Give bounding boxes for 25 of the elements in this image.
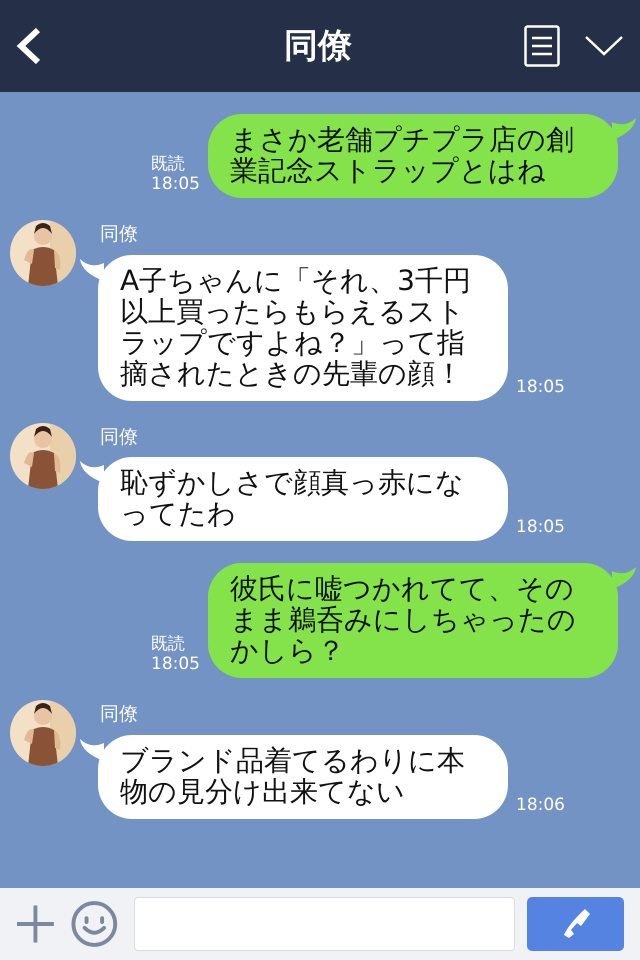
chat-title: 同僚: [283, 24, 353, 68]
timestamp: 18:05: [151, 654, 200, 674]
read-receipt: 既読: [151, 154, 186, 174]
message-input[interactable]: [134, 897, 515, 951]
message-bubble: まさか老舗プチプラ店の創業記念ストラップとはね: [208, 114, 618, 198]
bubble-tail: [612, 118, 636, 140]
call-button[interactable]: [526, 897, 624, 951]
timestamp: 18:05: [516, 376, 565, 396]
timestamp: 18:06: [516, 794, 565, 814]
sender-name: 同僚: [100, 222, 139, 247]
timestamp: 18:05: [151, 174, 200, 194]
message-bubble: 恥ずかしさで顔真っ赤になってたわ: [98, 457, 508, 541]
back-icon[interactable]: [16, 27, 42, 65]
sender-name: 同僚: [100, 702, 139, 727]
message-bubble: A子ちゃんに「それ、3千円以上買ったらもらえるストラップですよね？」って指摘されたときの先輩の顔！: [98, 254, 508, 400]
message-bubble: 彼氏に嘘つかれてて、そのまま鵜呑みにしちゃったのかしら？: [208, 563, 618, 678]
bubble-tail: [612, 567, 636, 589]
timestamp: 18:05: [516, 517, 565, 537]
chevron-down-icon[interactable]: [584, 35, 624, 57]
plus-icon[interactable]: [16, 904, 55, 944]
read-receipt: 既読: [151, 634, 186, 654]
emoji-icon[interactable]: [70, 900, 118, 948]
sender-name: 同僚: [100, 424, 139, 450]
menu-icon[interactable]: [524, 25, 560, 67]
message-bubble: ブランド品着てるわりに本物の見分け出来てない: [98, 734, 508, 818]
